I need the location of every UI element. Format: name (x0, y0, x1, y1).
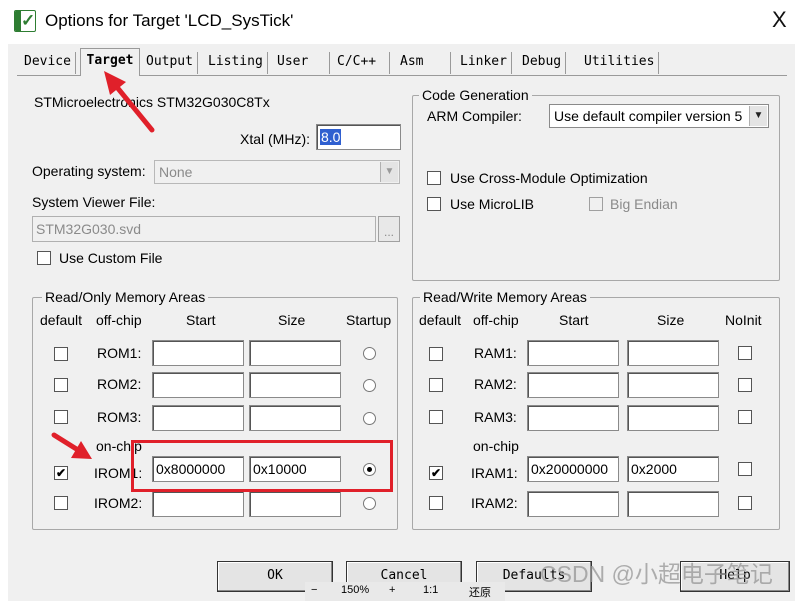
arrow-icon-target-tab (104, 71, 155, 133)
watermark-text: CSDN @小超电子笔记 (540, 561, 773, 587)
zoom-level: 150% (341, 584, 370, 596)
zoom-in-button[interactable]: + (389, 584, 395, 596)
actual-size-button[interactable]: 1:1 (423, 584, 438, 596)
annotation-arrows (51, 71, 155, 459)
arrow-icon-irom1 (51, 432, 92, 459)
restore-button[interactable]: 还原 (469, 584, 491, 600)
image-viewer-zoombar: − 150% + 1:1 还原 (305, 582, 505, 601)
zoom-out-button[interactable]: − (311, 584, 317, 596)
